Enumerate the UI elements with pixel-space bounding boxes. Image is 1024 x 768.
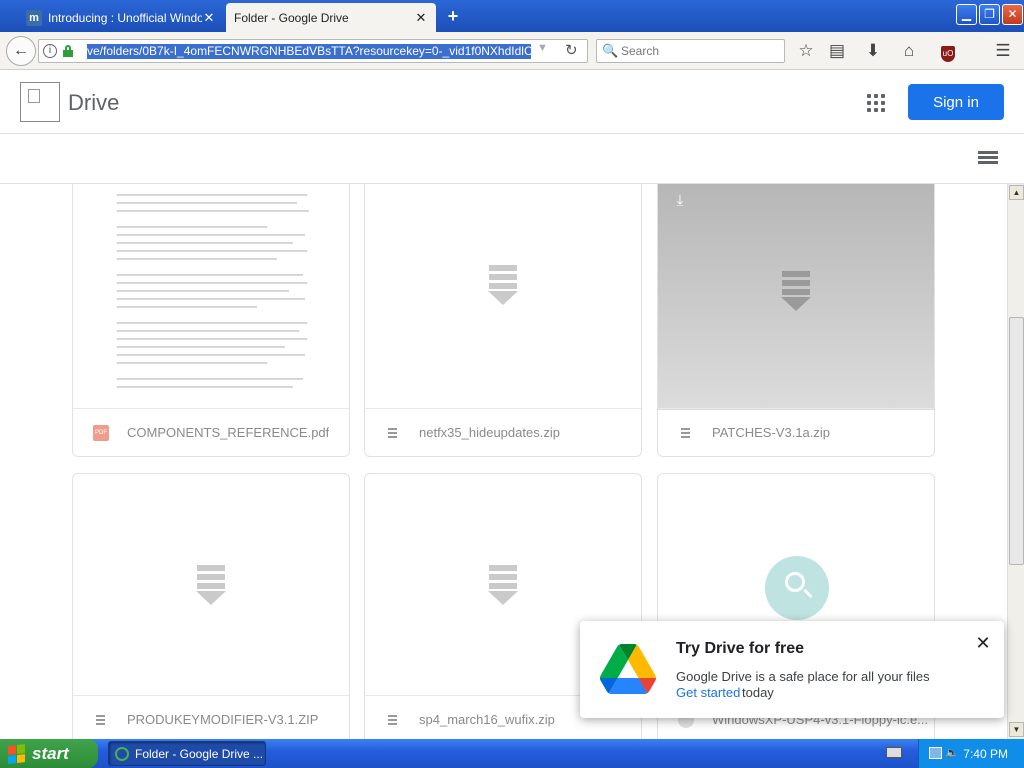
- download-icon[interactable]: ⤓: [672, 192, 688, 210]
- close-tab-icon[interactable]: ✕: [414, 10, 428, 26]
- new-tab-icon[interactable]: +: [444, 6, 462, 27]
- view-toolbar: [0, 135, 1024, 184]
- dropdown-arrow-icon[interactable]: ▼: [537, 42, 548, 54]
- file-name: PRODUKEYMODIFIER-V3.1.ZIP: [127, 712, 319, 727]
- taskbar-item-title: Folder - Google Drive ...: [135, 746, 264, 761]
- taskbar-item-firefox[interactable]: Folder - Google Drive ...: [108, 741, 266, 766]
- volume-icon[interactable]: 🔈: [945, 747, 959, 759]
- scroll-up-icon[interactable]: ▲: [1009, 185, 1024, 200]
- vertical-scrollbar[interactable]: ▲ ▼: [1007, 184, 1024, 739]
- reader-icon[interactable]: ▤: [826, 40, 848, 62]
- drive-header: Drive Sign in: [0, 70, 1024, 134]
- network-icon[interactable]: [929, 747, 942, 759]
- search-input[interactable]: 🔍 Search: [596, 39, 785, 63]
- menu-icon[interactable]: ☰: [992, 40, 1014, 62]
- start-label: start: [32, 743, 69, 763]
- star-icon[interactable]: ☆: [795, 40, 817, 62]
- toast-title: Try Drive for free: [676, 640, 805, 657]
- pdf-preview-thumbnail: [73, 184, 349, 398]
- zip-thumbnail: ⤓: [658, 184, 934, 410]
- search-icon: [765, 556, 829, 620]
- zip-file-icon: [385, 425, 401, 441]
- search-icon: 🔍: [602, 43, 619, 58]
- lock-icon[interactable]: [63, 45, 73, 57]
- file-card[interactable]: ⤓ PATCHES-V3.1a.zip: [657, 184, 935, 457]
- tab-google-drive[interactable]: Folder - Google Drive ✕: [226, 3, 436, 32]
- m-favicon-icon: m: [26, 9, 42, 26]
- toast-link-suffix: today: [742, 685, 774, 700]
- scrollbar-thumb[interactable]: [1009, 317, 1024, 565]
- system-tray: 🔈 7:40 PM: [918, 739, 1024, 768]
- zip-thumbnail: [73, 474, 349, 698]
- try-drive-toast: Try Drive for free Google Drive is a saf…: [580, 621, 1004, 718]
- broken-logo-icon[interactable]: [20, 82, 60, 122]
- apps-grid-icon[interactable]: [867, 94, 885, 112]
- download-icon[interactable]: ⬇: [862, 40, 884, 62]
- sign-in-button[interactable]: Sign in: [908, 84, 1004, 120]
- file-card-footer: PDF COMPONENTS_REFERENCE.pdf: [73, 408, 349, 456]
- minimize-icon[interactable]: ▁: [956, 4, 977, 25]
- tab-title: Folder - Google Drive: [234, 10, 349, 25]
- tab-title: Introducing : Unofficial Windo...: [48, 10, 202, 25]
- info-icon[interactable]: i: [43, 44, 57, 58]
- zip-icon: [488, 265, 518, 307]
- windows-taskbar: start Folder - Google Drive ... 🔈 7:40 P…: [0, 739, 1024, 768]
- tab-introducing[interactable]: m Introducing : Unofficial Windo... ✕: [18, 3, 224, 32]
- get-started-link[interactable]: Get started: [676, 685, 740, 700]
- scroll-down-icon[interactable]: ▼: [1009, 722, 1024, 737]
- start-button[interactable]: start: [0, 739, 98, 768]
- google-drive-logo-icon: [600, 643, 656, 695]
- file-name: COMPONENTS_REFERENCE.pdf: [127, 425, 330, 440]
- zip-file-icon: [678, 425, 694, 441]
- file-card[interactable]: PDF COMPONENTS_REFERENCE.pdf: [72, 184, 350, 457]
- windows-logo-icon: [8, 743, 26, 764]
- browser-tab-strip: m Introducing : Unofficial Windo... ✕ Fo…: [0, 0, 1024, 32]
- file-card-footer: netfx35_hideupdates.zip: [365, 408, 641, 456]
- zip-icon: [781, 271, 811, 313]
- file-card[interactable]: netfx35_hideupdates.zip: [364, 184, 642, 457]
- zip-icon: [196, 565, 226, 607]
- window-close-icon[interactable]: ✕: [1002, 4, 1023, 25]
- list-view-icon[interactable]: [978, 151, 998, 167]
- file-card-footer: PRODUKEYMODIFIER-V3.1.ZIP: [73, 695, 349, 739]
- zip-thumbnail: [365, 184, 641, 398]
- pdf-icon: PDF: [93, 424, 109, 441]
- file-name: sp4_march16_wufix.zip: [419, 712, 555, 727]
- zip-file-icon: [93, 712, 109, 728]
- firefox-icon: [115, 746, 129, 761]
- file-card-footer: PATCHES-V3.1a.zip: [658, 408, 934, 456]
- page-title: Drive: [68, 90, 120, 115]
- zip-file-icon: [385, 712, 401, 728]
- close-icon[interactable]: ✕: [974, 633, 992, 654]
- back-arrow-icon[interactable]: ←: [6, 36, 36, 66]
- home-icon[interactable]: ⌂: [898, 40, 920, 62]
- restore-icon[interactable]: ❐: [979, 4, 1000, 25]
- keyboard-icon[interactable]: [886, 747, 902, 758]
- url-text[interactable]: ve/folders/0B7k-I_4omFECNWRGNHBEdVBsTTA?…: [87, 44, 531, 59]
- zip-icon: [488, 565, 518, 607]
- address-bar[interactable]: i ve/folders/0B7k-I_4omFECNWRGNHBEdVBsTT…: [38, 39, 588, 63]
- file-card[interactable]: PRODUKEYMODIFIER-V3.1.ZIP: [72, 473, 350, 739]
- file-name: netfx35_hideupdates.zip: [419, 425, 560, 440]
- clock: 7:40 PM: [963, 747, 1008, 761]
- close-tab-icon[interactable]: ✕: [202, 10, 216, 26]
- reload-icon[interactable]: ↻: [565, 41, 578, 59]
- search-placeholder: Search: [621, 44, 660, 58]
- file-name: PATCHES-V3.1a.zip: [712, 425, 831, 440]
- toast-description: Google Drive is a safe place for all you…: [676, 669, 930, 684]
- ublock-icon[interactable]: uO: [937, 40, 959, 62]
